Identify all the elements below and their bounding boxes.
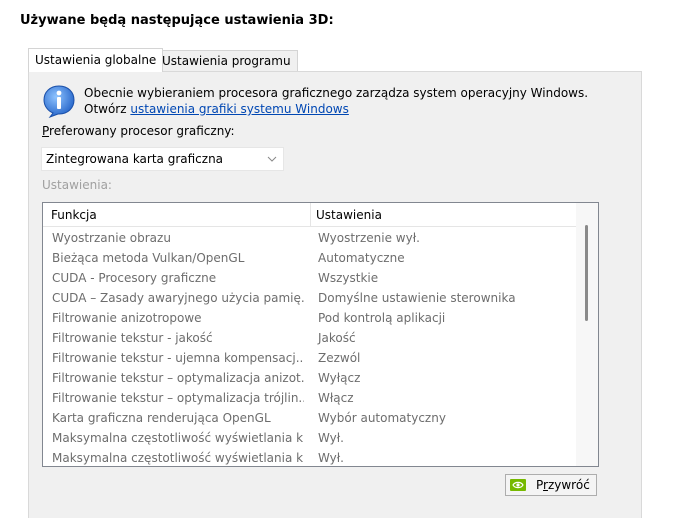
column-header-setting[interactable]: Ustawienia <box>316 208 382 222</box>
row-feature: Filtrowanie tekstur - ujemna kompensacj.… <box>52 351 304 365</box>
info-open-prefix: Otwórz <box>84 102 127 116</box>
row-setting: Wył. <box>318 431 344 445</box>
table-row[interactable]: Karta graficzna renderująca OpenGL Wybór … <box>43 408 576 428</box>
table-row[interactable]: CUDA - Procesory graficzne Wszystkie <box>43 268 576 288</box>
info-open-line: Otwórz ustawienia grafiki systemu Window… <box>84 102 349 116</box>
row-feature: Karta graficzna renderująca OpenGL <box>52 411 271 425</box>
row-setting: Automatyczne <box>318 251 405 265</box>
table-row[interactable]: Wyostrzanie obrazu Wyostrzenie wył. <box>43 228 576 248</box>
table-row[interactable]: Maksymalna częstotliwość wyświetlania k.… <box>43 448 576 466</box>
preferred-gpu-dropdown[interactable]: Zintegrowana karta graficzna <box>41 147 284 171</box>
table-row[interactable]: Filtrowanie tekstur – optymalizacja aniz… <box>43 368 576 388</box>
column-divider[interactable] <box>310 203 311 227</box>
table-row[interactable]: Bieżąca metoda Vulkan/OpenGL Automatyczne <box>43 248 576 268</box>
row-feature: CUDA – Zasady awaryjnego użycia pamię... <box>52 291 304 305</box>
preferred-gpu-selected: Zintegrowana karta graficzna <box>46 152 224 166</box>
restore-button-label: Przywróć <box>536 478 590 492</box>
table-row[interactable]: Filtrowanie anizotropowe Pod kontrolą apl… <box>43 308 576 328</box>
tab-program-settings[interactable]: Ustawienia programu <box>155 50 298 72</box>
table-row[interactable]: Maksymalna częstotliwość wyświetlania k.… <box>43 428 576 448</box>
row-feature: Maksymalna częstotliwość wyświetlania k.… <box>52 451 304 465</box>
row-feature: Bieżąca metoda Vulkan/OpenGL <box>52 251 245 265</box>
settings-label: Ustawienia: <box>42 178 112 192</box>
nvidia-logo-icon <box>510 479 526 491</box>
row-feature: Filtrowanie tekstur – optymalizacja trój… <box>52 391 304 405</box>
row-setting: Jakość <box>318 331 356 345</box>
row-feature: CUDA - Procesory graficzne <box>52 271 217 285</box>
row-setting: Wybór automatyczny <box>318 411 446 425</box>
row-setting: Wszystkie <box>318 271 379 285</box>
row-setting: Włącz <box>318 391 354 405</box>
table-row[interactable]: Filtrowanie tekstur - jakość Jakość <box>43 328 576 348</box>
table-row[interactable]: Filtrowanie tekstur – optymalizacja trój… <box>43 388 576 408</box>
tab-global-settings[interactable]: Ustawienia globalne <box>28 48 164 72</box>
row-setting: Zezwól <box>318 351 361 365</box>
row-setting: Pod kontrolą aplikacji <box>318 311 446 325</box>
row-feature: Filtrowanie anizotropowe <box>52 311 202 325</box>
section-heading: Używane będą następujące ustawienia 3D: <box>20 13 334 28</box>
scrollbar-thumb[interactable] <box>585 225 588 321</box>
settings-list[interactable]: Funkcja Ustawienia Wyostrzanie obrazu Wyo… <box>42 202 599 467</box>
row-setting: Wyostrzenie wył. <box>318 231 420 245</box>
preferred-gpu-label: Preferowany procesor graficzny: <box>42 124 235 138</box>
row-feature: Filtrowanie tekstur – optymalizacja aniz… <box>52 371 304 385</box>
info-icon <box>43 85 75 118</box>
vertical-scrollbar[interactable] <box>576 203 598 466</box>
windows-graphics-settings-link[interactable]: ustawienia grafiki systemu Windows <box>130 102 348 116</box>
row-setting: Domyślne ustawienie sterownika <box>318 291 516 305</box>
row-setting: Wył. <box>318 451 344 465</box>
row-feature: Maksymalna częstotliwość wyświetlania k.… <box>52 431 304 445</box>
column-header-feature[interactable]: Funkcja <box>51 208 97 222</box>
chevron-down-icon <box>267 156 277 162</box>
row-feature: Filtrowanie tekstur - jakość <box>52 331 213 345</box>
info-message: Obecnie wybieraniem procesora graficzneg… <box>84 86 589 100</box>
row-setting: Wyłącz <box>318 371 361 385</box>
table-row[interactable]: CUDA – Zasady awaryjnego użycia pamię...… <box>43 288 576 308</box>
list-header: Funkcja Ustawienia <box>43 203 576 227</box>
table-row[interactable]: Filtrowanie tekstur - ujemna kompensacj.… <box>43 348 576 368</box>
restore-button[interactable]: Przywróć <box>505 474 597 496</box>
row-feature: Wyostrzanie obrazu <box>52 231 171 245</box>
